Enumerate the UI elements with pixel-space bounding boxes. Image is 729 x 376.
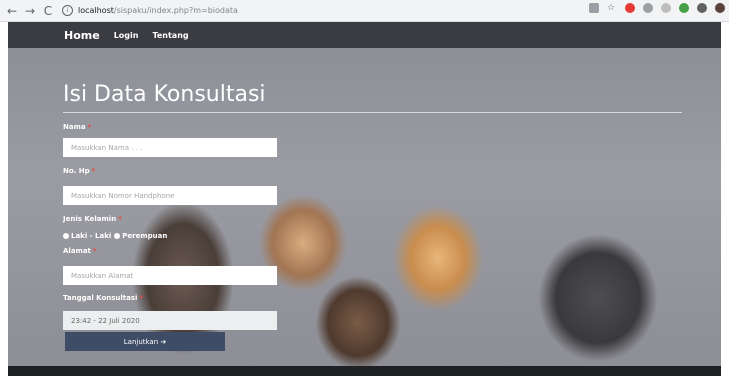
avatar[interactable] — [715, 3, 725, 13]
extension-icon[interactable] — [643, 3, 653, 13]
url-host: localhost — [78, 6, 114, 15]
nama-input[interactable] — [63, 138, 277, 157]
puzzle-icon[interactable] — [697, 3, 707, 13]
forward-icon[interactable]: → — [22, 3, 38, 19]
tanggal-field — [63, 311, 277, 330]
hp-label: No. Hp * — [63, 167, 96, 175]
title-divider — [63, 112, 682, 113]
address-bar[interactable]: i localhost/sispaku/index.php?m=biodata — [62, 3, 562, 19]
radio-perempuan[interactable] — [114, 233, 121, 239]
reload-icon[interactable]: C — [40, 3, 56, 19]
hero-background-cats: Isi Data Konsultasi Nama* No. Hp* Jenis … — [8, 48, 721, 366]
gender-radio-group: Laki - Laki Perempuan — [63, 232, 170, 240]
footer — [8, 366, 721, 376]
top-navbar: Home Login Tentang — [8, 22, 721, 48]
page: Home Login Tentang Isi Data Konsultasi N… — [8, 22, 721, 376]
translate-icon[interactable] — [589, 3, 599, 13]
extension-icons: ☆ — [589, 3, 725, 13]
nav-home-link[interactable]: Home — [64, 29, 100, 42]
lanjutkan-button[interactable]: Lanjutkan ➔ — [65, 332, 225, 351]
back-icon[interactable]: ← — [4, 3, 20, 19]
star-icon[interactable]: ☆ — [607, 3, 617, 13]
radio-laki-label[interactable]: Laki - Laki — [71, 232, 111, 240]
radio-laki[interactable] — [63, 233, 69, 239]
radio-perempuan-label[interactable]: Perempuan — [122, 232, 167, 240]
nav-login-link[interactable]: Login — [114, 31, 139, 40]
nav-tentang-link[interactable]: Tentang — [152, 31, 188, 40]
info-icon[interactable]: i — [62, 5, 73, 16]
url-path: /sispaku/index.php?m=biodata — [113, 6, 238, 15]
alamat-input[interactable] — [63, 266, 277, 285]
page-title: Isi Data Konsultasi — [63, 82, 266, 107]
extension-green-icon[interactable] — [679, 3, 689, 13]
gender-label: Jenis Kelamin * — [63, 215, 122, 223]
alamat-label: Alamat * — [63, 247, 97, 255]
browser-toolbar: ← → C i localhost/sispaku/index.php?m=bi… — [0, 0, 729, 22]
tanggal-label: Tanggal Konsultasi * — [63, 294, 144, 302]
hp-input[interactable] — [63, 186, 277, 205]
nama-label: Nama * — [63, 123, 92, 131]
cast-icon[interactable] — [661, 3, 671, 13]
pinterest-icon[interactable] — [625, 3, 635, 13]
